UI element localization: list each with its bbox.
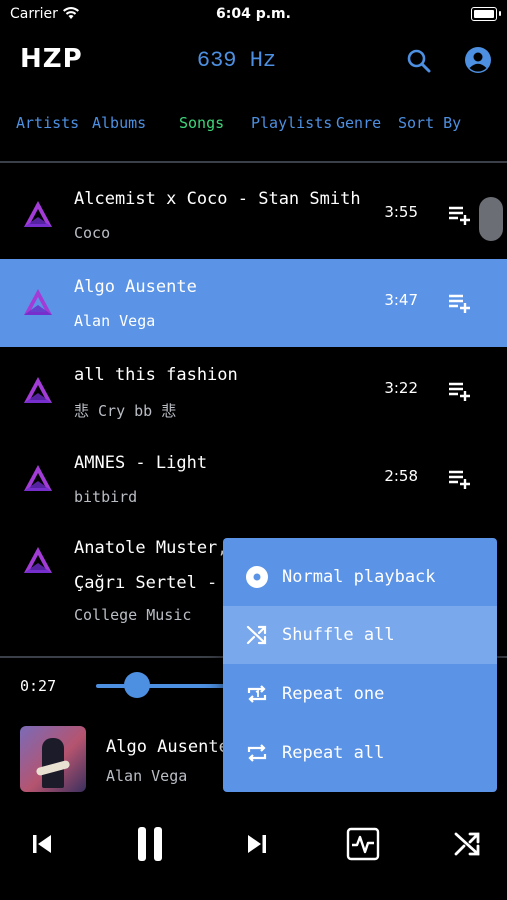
category-tabs: Artists Albums Songs Playlists Genre Sor… [0,114,507,136]
song-title: Alcemist x Coco - Stan Smith [74,189,361,209]
song-artwork-icon [24,547,52,573]
divider [0,161,507,163]
song-artist: Coco [74,224,111,242]
pause-button[interactable] [128,822,172,866]
battery-icon [471,7,497,21]
now-playing-artist: Alan Vega [106,767,188,785]
tab-albums[interactable]: Albums [92,114,146,132]
song-duration: 2:58 [384,467,418,485]
tab-playlists[interactable]: Playlists [251,114,332,132]
pause-icon [138,827,162,861]
song-row[interactable]: Alcemist x Coco - Stan Smith Coco 3:55 [0,171,507,259]
shuffle-icon [454,832,480,856]
menu-item-repeat-one[interactable]: Repeat one [223,665,497,723]
playback-mode-menu: Normal playback Shuffle all Repeat one R… [223,538,497,792]
song-artist: bitbird [74,488,138,506]
menu-item-label: Shuffle all [282,625,395,645]
progress-thumb[interactable] [124,672,150,698]
now-playing-title: Algo Ausente [106,737,229,757]
song-duration: 3:22 [384,379,418,397]
tab-artists[interactable]: Artists [16,114,79,132]
repeat-one-icon [247,685,267,703]
activity-icon [346,827,380,861]
song-artwork-icon [24,465,52,491]
next-button[interactable] [235,822,279,866]
menu-item-label: Repeat one [282,684,385,704]
song-row[interactable]: AMNES - Light bitbird 2:58 [0,435,507,523]
song-artist: 悲 Cry bb 悲 [74,402,177,420]
skip-next-icon [248,835,266,853]
elapsed-time: 0:27 [20,677,57,695]
add-to-playlist-icon[interactable] [447,291,471,315]
song-artist: College Music [74,606,192,624]
status-bar: Carrier 6:04 p.m. [0,0,507,28]
frequency-label[interactable]: 639 Hz [0,48,473,73]
add-to-playlist-icon[interactable] [447,379,471,403]
menu-item-repeat-all[interactable]: Repeat all [223,724,497,782]
song-row[interactable]: Algo Ausente Alan Vega 3:47 [0,259,507,347]
song-title: Algo Ausente [74,277,197,297]
song-row[interactable]: all this fashion 悲 Cry bb 悲 3:22 [0,347,507,435]
album-cover[interactable] [20,726,86,792]
tab-sort-by[interactable]: Sort By [398,114,461,132]
previous-button[interactable] [20,822,64,866]
clock: 6:04 p.m. [216,6,291,22]
scroll-indicator[interactable] [479,197,503,241]
song-title: Anatole Muster, A [74,538,248,558]
search-icon[interactable] [406,48,432,74]
song-title: all this fashion [74,365,238,385]
tab-genre[interactable]: Genre [336,114,381,132]
add-to-playlist-icon[interactable] [447,203,471,227]
menu-item-label: Normal playback [282,567,436,587]
equalizer-button[interactable] [341,822,385,866]
repeat-icon [247,744,267,762]
add-to-playlist-icon[interactable] [447,467,471,491]
menu-item-normal-playback[interactable]: Normal playback [223,548,497,606]
profile-icon[interactable] [464,46,492,74]
song-duration: 3:55 [384,203,418,221]
menu-item-shuffle-all[interactable]: Shuffle all [223,606,497,664]
skip-previous-icon [33,835,51,853]
song-artwork-icon [24,289,52,315]
shuffle-mode-button[interactable] [446,822,490,866]
song-title: AMNES - Light [74,453,208,473]
song-artist: Alan Vega [74,312,156,330]
song-duration: 3:47 [384,291,418,309]
menu-item-label: Repeat all [282,743,385,763]
song-artwork-icon [24,201,52,227]
tab-songs[interactable]: Songs [179,114,224,132]
song-artwork-icon [24,377,52,403]
shuffle-icon [246,625,267,645]
disc-icon [246,566,268,588]
